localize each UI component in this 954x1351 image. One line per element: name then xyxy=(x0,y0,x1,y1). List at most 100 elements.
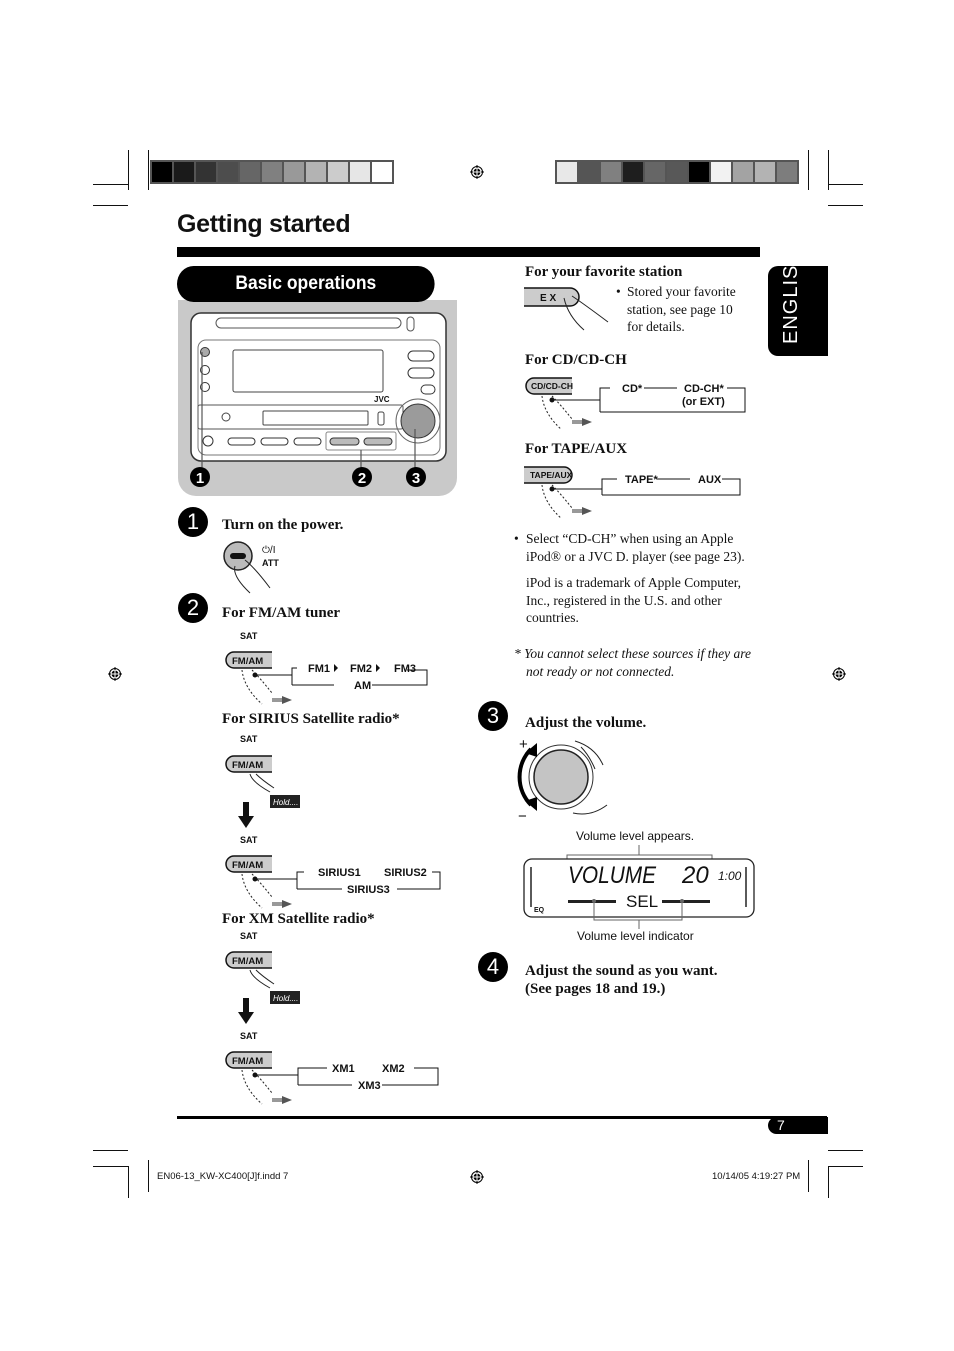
cycle-item-label: FM2 xyxy=(350,663,372,675)
cycle-item-label: XM2 xyxy=(382,1063,405,1075)
volume-level-bar-right xyxy=(662,900,710,903)
cycle-item-label: SIRIUS2 xyxy=(384,867,427,879)
cycle-item-label: CD-CH* xyxy=(684,383,724,395)
sat-label: SAT xyxy=(240,631,258,641)
cycle-item-label: SIRIUS3 xyxy=(347,884,390,896)
att-label: ATT xyxy=(262,558,279,568)
finger-icon xyxy=(541,484,573,518)
volume-indicator-caption: Volume level indicator xyxy=(577,929,694,943)
cycle-item-label: XM3 xyxy=(358,1080,381,1092)
color-calibration-bar-right xyxy=(555,160,799,184)
color-swatch xyxy=(623,162,643,182)
lcd-clock: 1:00 xyxy=(718,869,742,883)
arrow-down-icon xyxy=(238,816,254,828)
crop-mark xyxy=(148,1160,149,1192)
cd-cycle-diagram: CD/CD-CH CD* CD-CH* (or EXT) xyxy=(525,377,746,429)
button-label: CD/CD-CH xyxy=(531,381,573,391)
color-swatch xyxy=(196,162,216,182)
step-1-badge: 1 xyxy=(178,507,208,537)
button-label: Hold.... xyxy=(273,994,298,1003)
trademark-note: iPod is a trademark of Apple Computer, I… xyxy=(526,575,742,625)
crop-mark xyxy=(128,1166,129,1198)
color-swatch xyxy=(689,162,709,182)
crop-mark xyxy=(828,1150,863,1151)
power-button-press-illustration: ⏻/I ATT xyxy=(223,541,279,594)
eject-button xyxy=(406,316,415,332)
footer-filename: EN06-13_KW-XC400[J]f.indd 7 xyxy=(157,1171,289,1182)
xm-cycle-diagram: FM/AM XM1 XM2 XM3 xyxy=(225,1051,439,1105)
volume-down-label: − xyxy=(518,808,527,823)
arrow-right-icon xyxy=(582,507,592,515)
callout-3-label: 3 xyxy=(412,470,420,487)
page-title: Getting started xyxy=(177,210,351,238)
cd-ch-note: • Select “CD-CH” when using an Apple iPo… xyxy=(514,530,759,565)
fm-am-cycle-diagram: FM/AM FM1 FM2 FM3 AM xyxy=(225,651,428,705)
sat-label: SAT xyxy=(240,835,258,845)
volume-appears-caption: Volume level appears. xyxy=(576,829,695,843)
detach-button xyxy=(202,435,214,447)
bottom-rule xyxy=(177,1116,827,1119)
button-label: E X xyxy=(540,293,556,304)
lcd-volume-value: 20 xyxy=(681,862,709,889)
favorite-heading: For your favorite station xyxy=(525,264,683,280)
language-tab-label: ENGLISH xyxy=(780,249,802,344)
finger-icon xyxy=(572,804,608,815)
step-3-badge: 3 xyxy=(478,701,508,731)
page-number: 7 xyxy=(768,1117,828,1134)
step-4-heading-line1: Adjust the sound as you want. xyxy=(525,963,718,979)
sirius-cycle-diagram: FM/AM SIRIUS1 SIRIUS2 SIRIUS3 xyxy=(225,855,441,909)
button-label: Hold.... xyxy=(273,798,298,807)
tape-eject-button xyxy=(377,411,385,426)
arrow-right-icon xyxy=(282,1096,292,1104)
color-swatch xyxy=(350,162,370,182)
footer-timestamp: 10/14/05 4:19:27 PM xyxy=(712,1171,801,1182)
registration-mark-icon xyxy=(108,667,122,681)
preset-button xyxy=(227,437,256,446)
callout-2-label: 2 xyxy=(358,470,366,487)
tape-door xyxy=(262,410,369,426)
volume-knob xyxy=(400,403,436,439)
tape-heading: For TAPE/AUX xyxy=(525,441,628,457)
step-1-heading: Turn on the power. xyxy=(222,517,344,533)
lcd-sel-text: SEL xyxy=(626,892,658,911)
arrow-right-icon xyxy=(282,900,292,908)
crop-mark xyxy=(93,184,128,185)
lcd-eq-indicator: EQ xyxy=(534,907,545,914)
step-2-badge: 2 xyxy=(178,593,208,623)
registration-mark-icon xyxy=(470,165,484,179)
button-label: FM/AM xyxy=(232,1056,263,1067)
xm-hold-illustration: FM/AM Hold.... xyxy=(225,951,300,1024)
color-swatch xyxy=(777,162,797,182)
button-label: FM/AM xyxy=(232,656,263,667)
availability-footnote: * You cannot select these sources if the… xyxy=(514,646,751,679)
button-label: FM/AM xyxy=(232,956,263,967)
color-swatch xyxy=(579,162,599,182)
crop-mark xyxy=(93,1166,128,1167)
ex-button-press-illustration: E X xyxy=(524,287,609,331)
finger-icon xyxy=(249,773,275,793)
color-swatch xyxy=(262,162,282,182)
cd-slot xyxy=(215,317,402,329)
sat-label: SAT xyxy=(240,931,258,941)
preset-button xyxy=(293,437,322,446)
title-rule xyxy=(177,247,760,257)
crop-mark xyxy=(828,1166,863,1167)
cycle-item-label: FM3 xyxy=(394,663,416,675)
section-title: Basic operations xyxy=(177,266,435,302)
right-button xyxy=(407,367,435,379)
language-tab: ENGLISH xyxy=(768,249,828,356)
favorite-note-text: Stored your favorite station, see page 1… xyxy=(627,284,736,334)
registration-mark-icon xyxy=(470,1170,484,1184)
crop-mark xyxy=(93,205,128,206)
color-swatch xyxy=(733,162,753,182)
cycle-item-label: AUX xyxy=(698,474,722,486)
color-swatch xyxy=(755,162,775,182)
brand-logo: JVC xyxy=(374,395,390,404)
aux-jack xyxy=(221,412,231,422)
button-label: FM/AM xyxy=(232,760,263,771)
crop-mark xyxy=(128,150,129,190)
crop-mark xyxy=(808,150,809,190)
button-label: TAPE/AUX xyxy=(530,470,573,480)
color-swatch xyxy=(284,162,304,182)
color-swatch xyxy=(174,162,194,182)
